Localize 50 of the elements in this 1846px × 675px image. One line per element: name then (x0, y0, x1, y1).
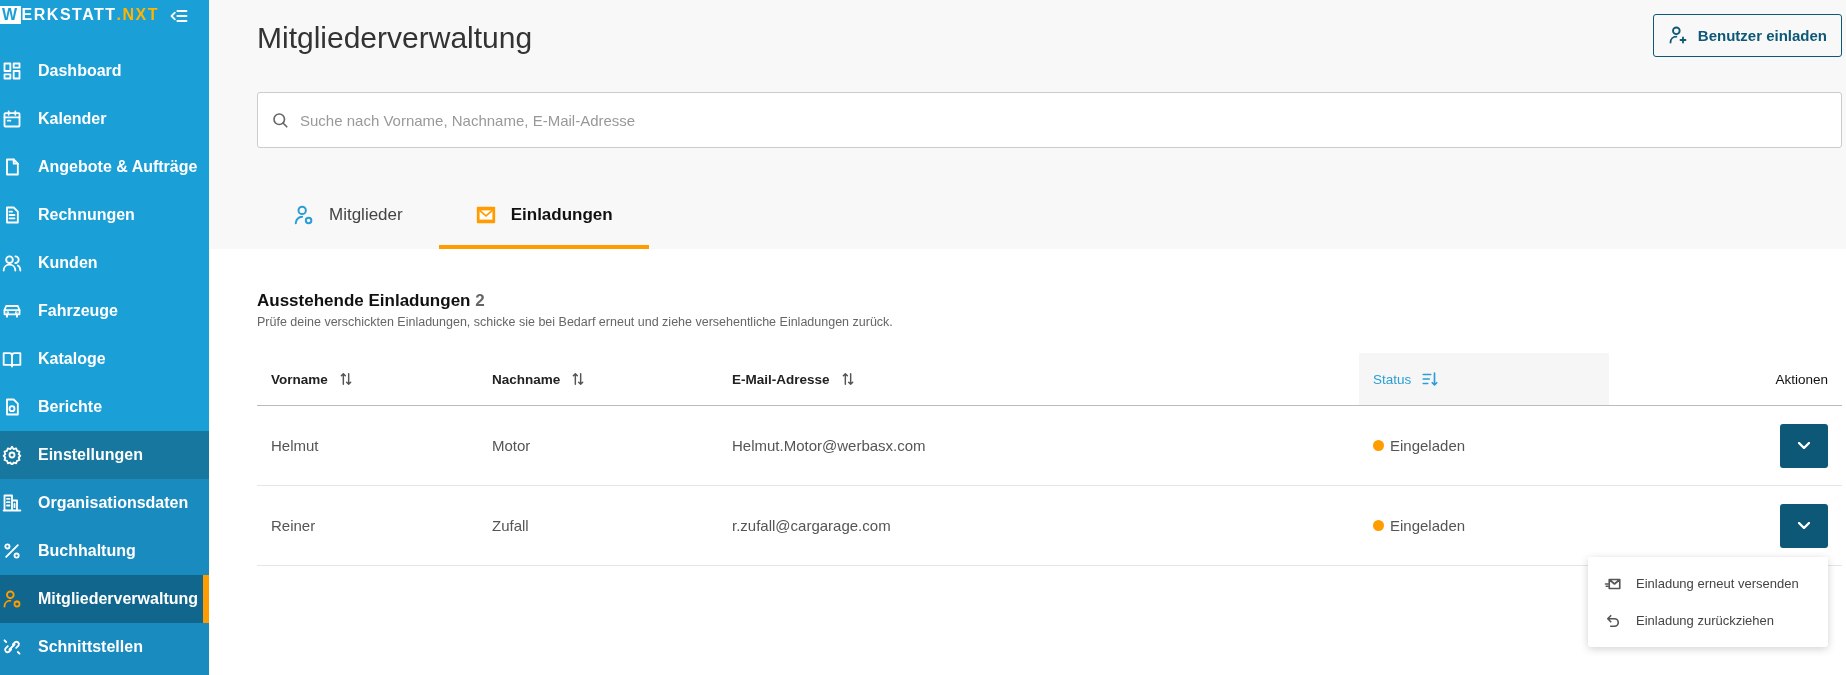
table-cell: r.zufall@cargarage.com (718, 485, 1359, 566)
table-cell: Motor (478, 405, 718, 486)
column-header[interactable]: Nachname (478, 353, 718, 406)
status-text: Eingeladen (1390, 437, 1466, 454)
table-cell: Zufall (478, 485, 718, 566)
table-cell: Helmut.Motor@werbasx.com (718, 405, 1359, 486)
people-icon (2, 253, 22, 273)
section-title: Ausstehende Einladungen 2 (257, 291, 486, 311)
gear-icon (2, 445, 22, 465)
column-header: Aktionen (1609, 353, 1842, 406)
page-title: Mitgliederverwaltung (257, 21, 533, 55)
sidebar-item[interactable]: Fahrzeuge (0, 287, 209, 335)
add-user-icon (1667, 25, 1688, 45)
menu-item[interactable]: Einladung erneut versenden (1588, 565, 1828, 602)
actions-dropdown-button[interactable] (1780, 503, 1828, 548)
sidebar-item[interactable]: Einstellungen (0, 431, 209, 479)
column-header[interactable]: Status (1359, 353, 1609, 406)
chevron-down-icon (1798, 522, 1810, 529)
calendar-icon (2, 109, 22, 129)
sidebar-item[interactable]: Mitgliederverwaltung (0, 575, 209, 623)
actions-dropdown-button[interactable] (1780, 423, 1828, 468)
table-cell: Helmut (257, 405, 478, 486)
dashboard-icon (2, 61, 22, 81)
column-header[interactable]: Vorname (257, 353, 478, 406)
table-cell: Reiner (257, 485, 478, 566)
sort-descending-icon (1421, 370, 1440, 388)
tab[interactable]: Mitglieder (257, 184, 439, 249)
menu-item[interactable]: Einladung zurückziehen (1588, 602, 1828, 639)
sidebar-item[interactable]: Kunden (0, 239, 209, 287)
section-description: Prüfe deine verschickten Einladungen, schicke sie bei Bedarf erneut und ziehe versehentliche Einladungen zurück. (257, 315, 894, 329)
search-field[interactable]: Suche nach Vorname, Nachname, E-Mail-Adresse (257, 92, 1842, 148)
sidebar-item[interactable]: Kataloge (0, 335, 209, 383)
link-icon (2, 637, 22, 657)
column-header[interactable]: E-Mail-Adresse (718, 353, 1359, 406)
percent-icon (2, 541, 22, 561)
building-icon (2, 493, 22, 513)
invite-user-button[interactable]: Benutzer einladen (1652, 13, 1842, 57)
status-text: Eingeladen (1390, 517, 1466, 534)
logo: W ERKSTATT.NXT (0, 6, 159, 24)
sidebar-item[interactable]: Dashboard (0, 47, 209, 95)
sidebar-item[interactable]: Kalender (0, 95, 209, 143)
sidebar-item[interactable]: Berichte (0, 383, 209, 431)
search-icon (271, 111, 289, 129)
user-gear-icon (2, 589, 22, 609)
sidebar-item[interactable]: Angebote & Aufträge (0, 143, 209, 191)
chevron-down-icon (1798, 442, 1810, 449)
user-gear-icon (293, 203, 315, 226)
tab[interactable]: Einladungen (438, 184, 649, 249)
book-icon (2, 349, 22, 369)
sidebar-item[interactable]: Rechnungen (0, 191, 209, 239)
